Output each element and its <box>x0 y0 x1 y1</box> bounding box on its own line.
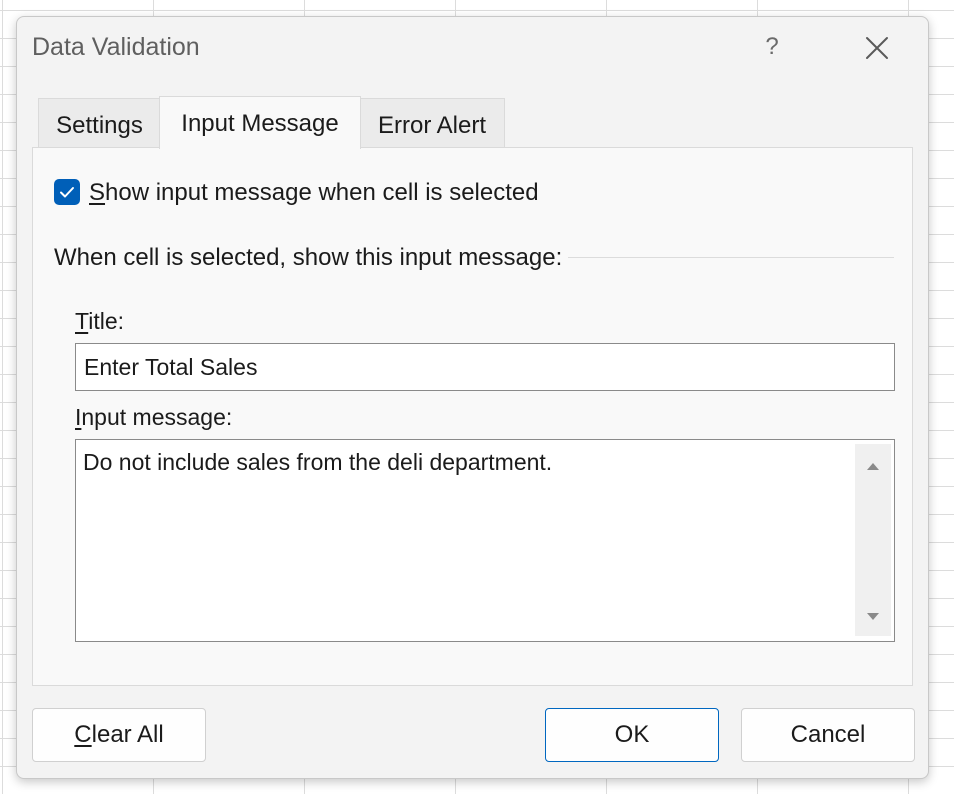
show-input-message-checkbox[interactable] <box>54 179 80 205</box>
tab-settings[interactable]: Settings <box>38 98 160 148</box>
show-input-message-mnemonic: S <box>89 179 106 206</box>
show-input-message-label-text: how input message when cell is selected <box>105 179 539 206</box>
cancel-button[interactable]: Cancel <box>741 708 915 762</box>
title-label: Title: <box>75 308 124 335</box>
input-message-textarea[interactable]: Do not include sales from the deli depar… <box>75 439 895 642</box>
tab-error-alert[interactable]: Error Alert <box>360 98 505 148</box>
clear-all-label: lear All <box>91 721 164 748</box>
scroll-down-button[interactable] <box>866 612 880 622</box>
scroll-up-arrow-icon <box>867 463 879 470</box>
title-input[interactable] <box>75 343 895 391</box>
input-message-panel: Show input message when cell is selected… <box>32 147 913 686</box>
show-input-message-label[interactable]: Show input message when cell is selected <box>89 179 539 207</box>
group-label: When cell is selected, show this input m… <box>54 244 569 272</box>
title-label-mnemonic: T <box>75 308 89 334</box>
message-scrollbar[interactable] <box>855 444 891 636</box>
scroll-down-arrow-icon <box>867 613 879 620</box>
input-message-label: Input message: <box>75 404 232 431</box>
checkmark-icon <box>60 187 74 198</box>
tab-input-message[interactable]: Input Message <box>159 96 361 149</box>
close-button[interactable] <box>860 31 894 65</box>
clear-all-mnemonic: C <box>74 721 92 748</box>
dialog-title: Data Validation <box>32 33 200 61</box>
clear-all-button[interactable]: Clear All <box>32 708 206 762</box>
close-icon <box>866 37 888 59</box>
help-icon[interactable]: ? <box>757 27 787 67</box>
input-message-label-text: nput message: <box>81 404 233 430</box>
scroll-up-button[interactable] <box>866 461 880 471</box>
input-message-text: Do not include sales from the deli depar… <box>83 449 553 475</box>
data-validation-dialog: Data Validation ? Settings Input Message… <box>16 16 929 779</box>
ok-button[interactable]: OK <box>545 708 719 762</box>
title-label-text: itle: <box>88 308 124 334</box>
